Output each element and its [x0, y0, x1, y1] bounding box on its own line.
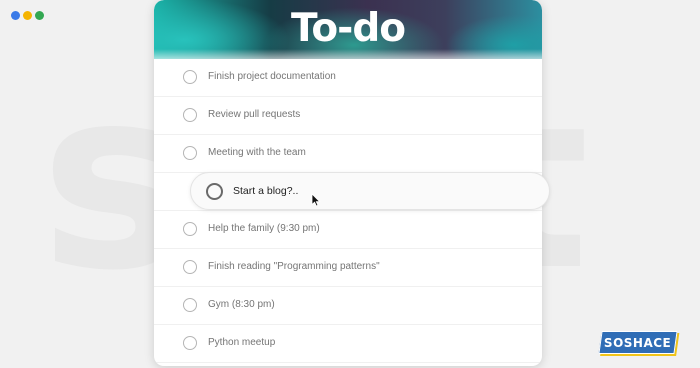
brand-logo-text: SOSHACE: [604, 335, 672, 350]
checkbox-circle-icon[interactable]: [183, 336, 197, 350]
task-label: Help the family (9:30 pm): [208, 223, 320, 234]
task-item[interactable]: Help the family (9:30 pm): [154, 211, 542, 249]
task-item[interactable]: Finish project documentation: [154, 59, 542, 97]
window-controls: [11, 11, 44, 20]
task-label: Finish project documentation: [208, 71, 336, 82]
task-item[interactable]: Gym (8:30 pm): [154, 287, 542, 325]
task-item-hovered[interactable]: Start a blog?..: [190, 172, 550, 210]
task-item[interactable]: Python meetup: [154, 325, 542, 363]
window-dot-blue: [11, 11, 20, 20]
checkbox-circle-icon[interactable]: [183, 222, 197, 236]
checkbox-circle-icon[interactable]: [183, 298, 197, 312]
mouse-pointer-icon: [311, 193, 321, 207]
window-dot-yellow: [23, 11, 32, 20]
checkbox-circle-icon[interactable]: [183, 108, 197, 122]
checkbox-circle-icon[interactable]: [183, 146, 197, 160]
task-label: Review pull requests: [208, 109, 301, 120]
brand-logo: SOSHACE: [598, 331, 678, 354]
task-item[interactable]: Review pull requests: [154, 97, 542, 135]
checkbox-circle-icon[interactable]: [183, 260, 197, 274]
task-item[interactable]: Finish reading "Programming patterns": [154, 249, 542, 287]
task-label: Meeting with the team: [208, 147, 306, 158]
task-item[interactable]: Meeting with the team: [154, 135, 542, 173]
task-list: Finish project documentation Review pull…: [154, 59, 542, 363]
task-label: Python meetup: [208, 337, 276, 348]
checkbox-circle-icon[interactable]: [183, 70, 197, 84]
page-title: To-do: [290, 6, 406, 51]
task-label: Start a blog?..: [233, 185, 299, 197]
checkbox-circle-icon[interactable]: [206, 183, 223, 200]
task-label: Gym (8:30 pm): [208, 299, 275, 310]
task-label: Finish reading "Programming patterns": [208, 261, 380, 272]
window-dot-green: [35, 11, 44, 20]
header-banner: To-do: [154, 0, 542, 59]
